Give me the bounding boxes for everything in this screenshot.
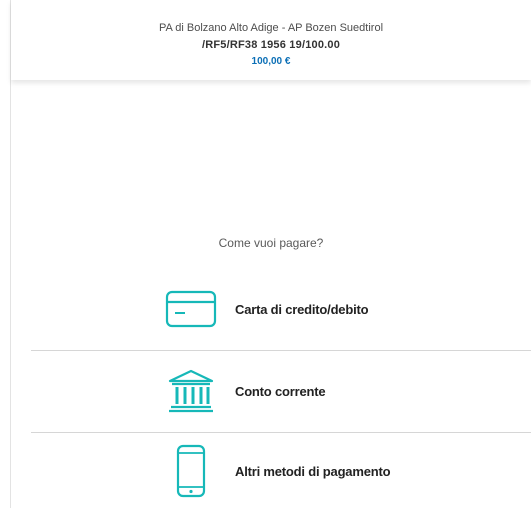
bank-icon <box>161 369 221 413</box>
method-other[interactable]: Altri metodi di pagamento <box>31 432 531 509</box>
method-label: Conto corrente <box>235 383 326 399</box>
smartphone-icon <box>161 444 221 498</box>
payment-amount: 100,00 € <box>251 56 291 67</box>
payment-frame: PA di Bolzano Alto Adige - AP Bozen Sued… <box>10 0 531 508</box>
method-label: Carta di credito/debito <box>235 301 369 317</box>
method-label: Altri metodi di pagamento <box>235 463 391 479</box>
payee-name: PA di Bolzano Alto Adige - AP Bozen Sued… <box>158 22 384 34</box>
payment-reference: /RF5/RF38 1956 19/100.00 <box>201 39 341 51</box>
payment-summary-header: PA di Bolzano Alto Adige - AP Bozen Sued… <box>11 0 531 80</box>
payment-method-prompt: Come vuoi pagare? <box>218 236 324 250</box>
credit-card-icon <box>161 289 221 329</box>
method-bank-account[interactable]: Conto corrente <box>31 350 531 431</box>
method-credit-card[interactable]: Carta di credito/debito <box>31 269 531 349</box>
